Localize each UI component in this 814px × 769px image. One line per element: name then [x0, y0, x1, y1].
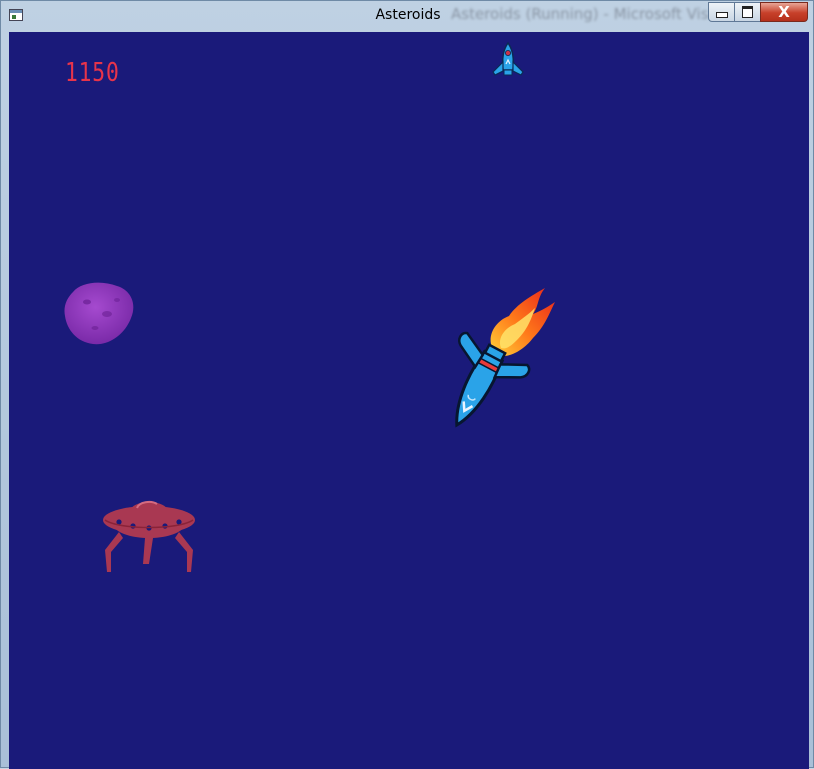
game-canvas[interactable]: 1150 [9, 32, 809, 769]
rocket-flame [490, 288, 555, 356]
maximize-icon [742, 6, 753, 18]
score-display: 1150 [65, 58, 120, 88]
minimize-button[interactable] [708, 2, 735, 22]
title-bar[interactable]: Asteroids (Running) - Microsoft Visu Ast… [1, 1, 813, 32]
enemy-ufo [103, 500, 195, 572]
player-rocket[interactable] [427, 280, 577, 430]
window-title: Asteroids [375, 7, 441, 23]
life-rocket-icon [492, 41, 524, 76]
minimize-icon [715, 12, 728, 18]
close-icon: X [778, 2, 790, 21]
asteroid [64, 282, 134, 345]
maximize-button[interactable] [734, 2, 761, 22]
close-button[interactable]: X [760, 2, 808, 22]
game-window: Asteroids (Running) - Microsoft Visu Ast… [0, 0, 814, 769]
